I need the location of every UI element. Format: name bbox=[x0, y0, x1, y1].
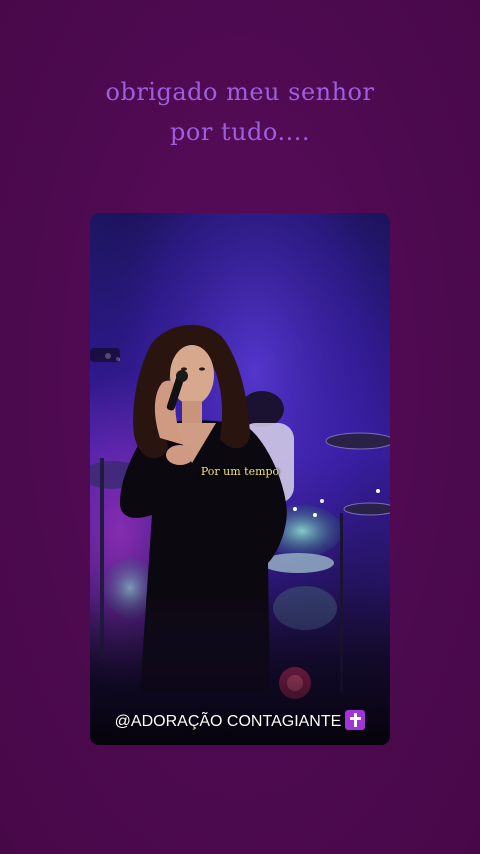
watermark-text: @ADORAÇÃO CONTAGIANTE bbox=[114, 713, 342, 730]
lyric-subtitle: Por um tempo bbox=[200, 465, 280, 478]
caption-line-1: obrigado meu senhor bbox=[105, 78, 375, 106]
latin-cross-icon bbox=[345, 710, 366, 730]
caption-line-2: por tudo.... bbox=[170, 118, 310, 146]
story-caption: obrigado meu senhor por tudo.... bbox=[40, 72, 440, 152]
concert-scene-image bbox=[90, 213, 390, 745]
account-watermark: @ADORAÇÃO CONTAGIANTE bbox=[90, 710, 390, 731]
video-card[interactable]: Por um tempo @ADORAÇÃO CONTAGIANTE bbox=[90, 213, 390, 745]
